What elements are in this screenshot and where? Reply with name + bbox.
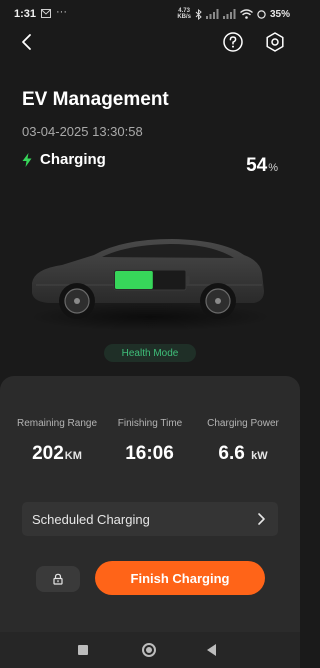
- car-illustration: [28, 239, 272, 331]
- mail-icon: [41, 9, 51, 18]
- wheel-front: [59, 283, 95, 319]
- battery-level: 54 %: [246, 155, 278, 177]
- battery-fill: [115, 271, 153, 289]
- stat-label: Remaining Range: [16, 418, 98, 429]
- stat-label: Charging Power: [207, 418, 279, 429]
- stat-number: 16:06: [125, 443, 174, 464]
- wheel-rear: [200, 283, 236, 319]
- charging-details-panel: Remaining Range 202KM Finishing Time 16:…: [0, 376, 300, 632]
- finish-charging-button[interactable]: Finish Charging: [95, 561, 265, 595]
- scheduled-charging-row[interactable]: Scheduled Charging: [22, 502, 278, 536]
- battery-percent: 35%: [269, 8, 290, 20]
- signal-icon: [205, 9, 219, 19]
- battery-gauge: [113, 269, 190, 291]
- signal-icon: [222, 9, 236, 19]
- lock-icon: [53, 573, 63, 585]
- help-icon[interactable]: [222, 31, 244, 53]
- charging-status-label: Charging: [40, 151, 106, 168]
- status-icons: 4.73 KB/s 35%: [177, 7, 290, 21]
- network-speed-unit: KB/s: [177, 14, 191, 20]
- stat-value: 16:06: [100, 443, 200, 465]
- stat-remaining-range: Remaining Range 202KM: [7, 418, 107, 465]
- more-dots-icon: ···: [56, 6, 67, 18]
- back-arrow-icon[interactable]: [16, 31, 38, 53]
- stat-charging-power: Charging Power 6.6 kW: [193, 418, 293, 465]
- settings-hexagon-icon[interactable]: [264, 31, 286, 53]
- recent-apps-icon[interactable]: [78, 645, 88, 655]
- home-icon[interactable]: [142, 643, 156, 657]
- page-title: EV Management: [22, 89, 169, 110]
- stat-number: 6.6: [218, 443, 245, 464]
- charging-status: Charging: [22, 151, 106, 168]
- stat-label: Finishing Time: [117, 418, 183, 429]
- stat-value: 202KM: [7, 443, 107, 465]
- battery-level-value: 54: [246, 155, 268, 176]
- stat-unit: KM: [64, 450, 82, 462]
- battery-icon: [257, 9, 266, 19]
- lightning-bolt-icon: [22, 152, 32, 167]
- stat-value: 6.6 kW: [193, 443, 293, 465]
- status-bar: 1:31 ··· 4.73 KB/s 35%: [0, 0, 300, 28]
- stat-finishing-time: Finishing Time 16:06: [100, 418, 200, 465]
- stat-number: 202: [32, 443, 64, 464]
- timestamp: 03-04-2025 13:30:58: [22, 124, 143, 139]
- wifi-icon: [240, 9, 253, 19]
- health-mode-badge: Health Mode: [104, 344, 196, 362]
- chevron-right-icon: [258, 513, 265, 525]
- scheduled-charging-label: Scheduled Charging: [32, 512, 150, 527]
- network-speed: 4.73 KB/s: [177, 8, 191, 20]
- lock-button[interactable]: [36, 566, 80, 592]
- status-time: 1:31: [14, 8, 37, 20]
- battery-level-unit: %: [268, 162, 278, 174]
- system-nav-bar: [0, 632, 300, 668]
- stat-unit: kW: [251, 450, 268, 462]
- bluetooth-icon: [195, 8, 202, 20]
- back-triangle-icon[interactable]: [207, 644, 216, 656]
